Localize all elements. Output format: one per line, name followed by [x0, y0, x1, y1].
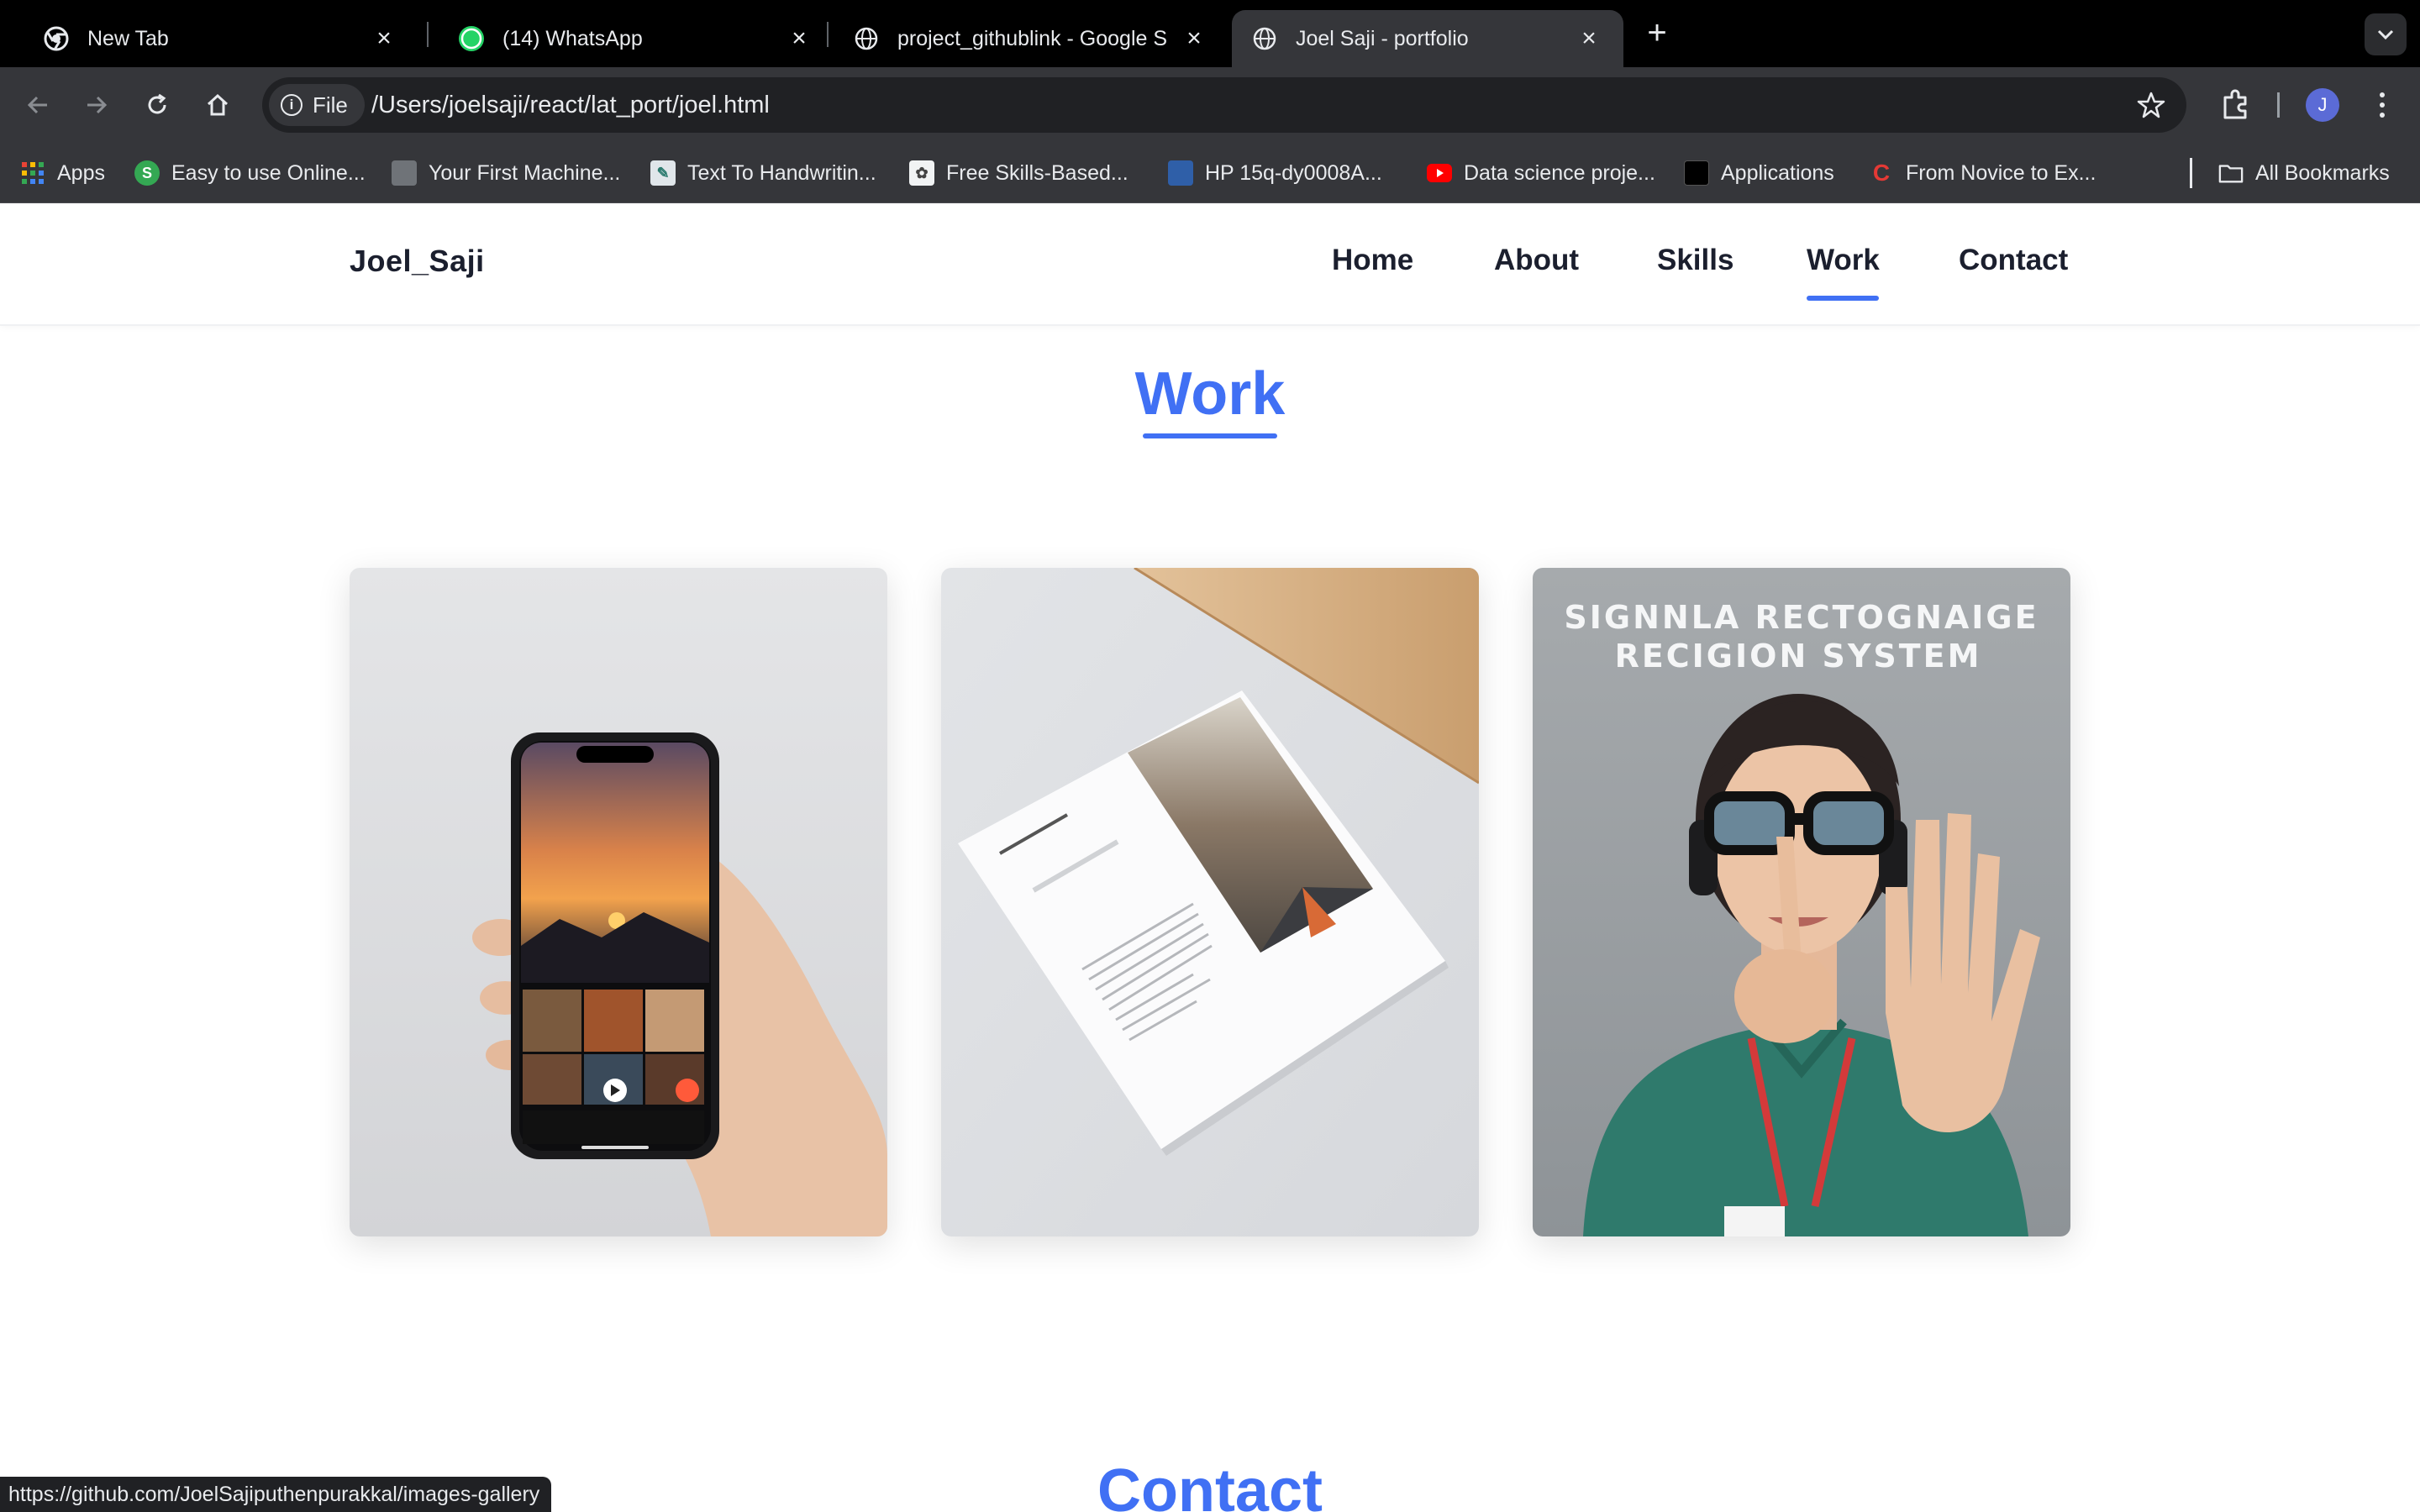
arrow-right-icon [87, 96, 108, 114]
all-bookmarks-button[interactable]: All Bookmarks [2218, 158, 2390, 188]
browser-tab-strip: New Tab × (14) WhatsApp × project_github… [0, 0, 2420, 67]
project-overlay-text-line-1: SIGNNLA RECTOGNAIGE [1564, 599, 2039, 636]
tab-divider [427, 22, 429, 47]
arrow-left-icon [27, 96, 47, 114]
close-tab-icon[interactable]: × [1575, 24, 1603, 53]
close-tab-icon[interactable]: × [370, 24, 398, 53]
reload-icon [148, 93, 166, 114]
tab-title: Joel Saji - portfolio [1296, 26, 1469, 50]
tab-divider [827, 22, 829, 47]
close-tab-icon[interactable]: × [785, 24, 813, 53]
skills-icon: ✿ [909, 160, 934, 186]
address-bar[interactable]: i File /Users/joelsaji/react/lat_port/jo… [262, 77, 2186, 133]
chrome-icon [44, 26, 69, 51]
bookmark-star-icon[interactable] [2136, 90, 2166, 120]
bookmark-label: Text To Handwritin... [687, 160, 876, 185]
project-card-portfolio[interactable] [941, 568, 1479, 1236]
handwriting-icon: ✎ [650, 160, 676, 186]
bookmark-free-skills-based[interactable]: ✿ Free Skills-Based... [909, 158, 1128, 188]
nav-work[interactable]: Work [1807, 244, 1880, 277]
bookmark-easy-to-use-online[interactable]: S Easy to use Online... [134, 158, 366, 188]
project-card-image-gallery[interactable] [350, 568, 887, 1236]
web-page: Joel_Saji Home About Skills Work Contact… [0, 203, 2420, 1512]
bookmark-hp-15q[interactable]: HP 15q-dy0008A... [1168, 158, 1382, 188]
site-logo[interactable]: Joel_Saji [350, 244, 485, 279]
link-status-url: https://github.com/JoelSajiputhenpurakka… [0, 1477, 552, 1512]
extensions-icon[interactable] [2218, 87, 2254, 123]
bookmark-label: Apps [57, 160, 105, 185]
reload-button[interactable] [138, 86, 176, 124]
bookmark-label: From Novice to Ex... [1906, 160, 2096, 185]
back-button[interactable] [18, 86, 57, 124]
site-info-chip[interactable]: i File [269, 84, 365, 126]
bookmarks-divider [2190, 158, 2192, 188]
bookmark-label: HP 15q-dy0008A... [1205, 160, 1382, 185]
globe-icon [1252, 26, 1277, 51]
site-header: Joel_Saji Home About Skills Work Contact [0, 203, 2420, 326]
section-title-underline [1143, 433, 1277, 438]
nav-skills[interactable]: Skills [1657, 244, 1733, 277]
tab-project-githublink[interactable]: project_githublink - Google S × [834, 10, 1228, 67]
bookmarks-bar: Apps S Easy to use Online... Your First … [0, 143, 2420, 203]
thumbnail-icon [392, 160, 417, 186]
work-section-title: Work [1134, 360, 1286, 428]
bookmark-label: Easy to use Online... [171, 160, 366, 185]
project-card-sign-language-recognition[interactable]: SIGNNLA RECTOGNAIGE RECIGION SYSTEM [1533, 568, 2070, 1236]
folder-icon [2218, 160, 2244, 186]
new-tab-button[interactable]: + [1639, 15, 1676, 52]
forward-button[interactable] [77, 86, 116, 124]
bookmark-label: Applications [1721, 160, 1834, 185]
site-chip-label: File [313, 92, 348, 118]
phone-image-gallery-photo [350, 568, 887, 1236]
s-logo-icon: S [134, 160, 160, 186]
sign-language-recognition-photo: SIGNNLA RECTOGNAIGE RECIGION SYSTEM [1533, 568, 2070, 1236]
bookmark-label: Data science proje... [1464, 160, 1655, 185]
browser-menu-icon[interactable] [2370, 86, 2395, 124]
whatsapp-icon [459, 26, 484, 51]
browser-toolbar: i File /Users/joelsaji/react/lat_port/jo… [0, 67, 2420, 143]
bookmark-apps[interactable]: Apps [20, 158, 105, 188]
apps-grid-icon [20, 160, 45, 186]
url-text[interactable]: /Users/joelsaji/react/lat_port/joel.html [371, 77, 770, 133]
bookmark-label: All Bookmarks [2255, 160, 2390, 185]
home-icon [207, 93, 229, 116]
tab-new-tab[interactable]: New Tab × [24, 10, 418, 67]
info-icon: i [281, 94, 302, 116]
project-overlay-text-line-2: RECIGION SYSTEM [1615, 638, 1982, 675]
close-tab-icon[interactable]: × [1180, 24, 1208, 53]
youtube-icon [1427, 160, 1452, 186]
bookmark-data-science-projects[interactable]: Data science proje... [1427, 158, 1655, 188]
portfolio-brochure-photo [941, 568, 1479, 1236]
bookmark-applications[interactable]: Applications [1684, 158, 1834, 188]
bookmark-label: Your First Machine... [429, 160, 621, 185]
bookmark-label: Free Skills-Based... [946, 160, 1128, 185]
bookmark-text-to-handwriting[interactable]: ✎ Text To Handwritin... [650, 158, 876, 188]
profile-avatar[interactable]: J [2306, 88, 2339, 122]
home-button[interactable] [198, 86, 237, 124]
tab-title: project_githublink - Google S [897, 26, 1168, 50]
bookmark-your-first-machine[interactable]: Your First Machine... [392, 158, 620, 188]
tab-whatsapp[interactable]: (14) WhatsApp × [439, 10, 834, 67]
tab-title: New Tab [87, 26, 169, 50]
laptop-icon [1168, 160, 1193, 186]
c-logo-icon: C [1872, 160, 1891, 186]
nav-contact[interactable]: Contact [1959, 244, 2068, 277]
tab-title: (14) WhatsApp [502, 26, 643, 50]
bookmark-from-novice-to-expert[interactable]: C From Novice to Ex... [1869, 158, 2096, 188]
applications-icon [1684, 160, 1709, 186]
active-nav-indicator [1807, 296, 1879, 301]
globe-icon [854, 26, 879, 51]
chevron-down-icon [2377, 29, 2394, 40]
tab-search-button[interactable] [2365, 13, 2407, 55]
nav-home[interactable]: Home [1332, 244, 1413, 277]
nav-about[interactable]: About [1494, 244, 1579, 277]
tab-joel-portfolio[interactable]: Joel Saji - portfolio × [1232, 10, 1623, 67]
toolbar-divider [2277, 92, 2280, 118]
